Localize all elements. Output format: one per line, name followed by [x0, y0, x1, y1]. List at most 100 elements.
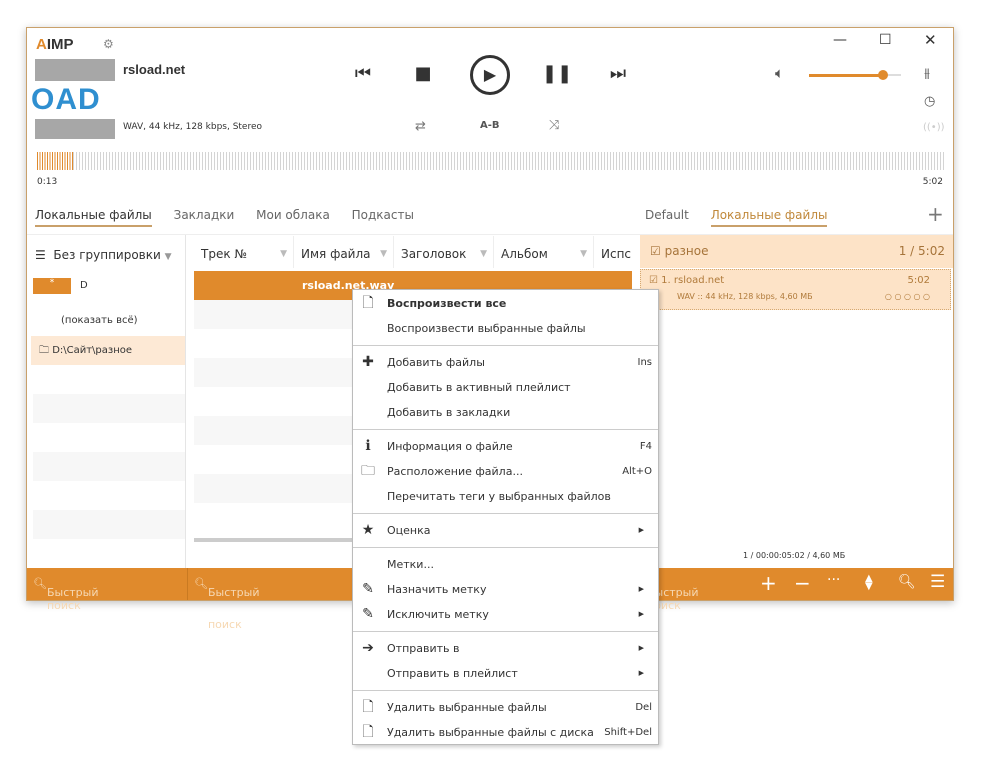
menu-button[interactable]: ☰	[930, 572, 945, 592]
menu-item[interactable]: Отправить в плейлист ▶	[353, 661, 658, 686]
menu-item-label: Перечитать теги у выбранных файлов	[387, 490, 611, 503]
menu-item-label: Оценка	[387, 524, 431, 537]
menu-item[interactable]: 🗋 Воспроизвести все	[353, 291, 658, 316]
menu-item-label: Расположение файла...	[387, 465, 523, 478]
total-time: 5:02	[922, 177, 943, 187]
column-title[interactable]: Заголовок ▼	[394, 236, 494, 268]
shuffle-icon[interactable]: ⤨	[549, 118, 559, 133]
gear-icon[interactable]: ⚙	[103, 37, 114, 51]
folder-item[interactable]: 🗀 D:\Сайт\разное	[31, 336, 185, 365]
playlist-group[interactable]: ☑ разное 1 / 5:02	[640, 235, 953, 268]
broadcast-icon[interactable]: ((•))	[923, 122, 945, 133]
clock-icon[interactable]: ◷	[924, 94, 935, 109]
menu-item-shortcut: F4	[639, 441, 652, 452]
menu-item[interactable]: 🗋 Удалить выбранные файлы с диска Shift+De…	[353, 720, 658, 745]
menu-separator	[353, 547, 658, 548]
tab-default-playlist[interactable]: Default	[645, 208, 689, 222]
tab-local-files-playlist[interactable]: Локальные файлы	[710, 208, 828, 227]
tab-podcasts[interactable]: Подкасты	[352, 208, 414, 222]
menu-item[interactable]: Перечитать теги у выбранных файлов	[353, 484, 658, 509]
ab-repeat-button[interactable]: A-B	[480, 120, 500, 131]
playlist-summary: 1 / 00:00:05:02 / 4,60 МБ	[743, 551, 846, 560]
add-button[interactable]: +	[760, 571, 777, 595]
folder-icon: 🗀	[361, 463, 375, 479]
column-track[interactable]: Трек № ▼	[194, 236, 294, 268]
submenu-arrow-icon: ▶	[638, 585, 644, 593]
repeat-icon[interactable]: ⇄	[415, 119, 426, 134]
search-button[interactable]: 🔍︎	[898, 574, 916, 590]
menu-item[interactable]: 🗋 Удалить выбранные файлы Del	[353, 695, 658, 720]
delete-disk-icon: 🗋	[362, 724, 374, 740]
close-button[interactable]: ✕	[924, 31, 937, 49]
play-button[interactable]: ▶	[470, 55, 510, 95]
add-playlist-button[interactable]: +	[927, 202, 944, 226]
menu-separator	[353, 690, 658, 691]
menu-item-shortcut: Shift+Del	[604, 727, 652, 738]
menu-item-label: Воспроизвести все	[387, 297, 507, 310]
remove-button[interactable]: −	[794, 571, 811, 595]
aimp-logo: AIMP	[36, 36, 74, 53]
column-artist[interactable]: Испс	[594, 236, 632, 268]
info-icon: ℹ	[365, 438, 371, 454]
more-button[interactable]: ···	[827, 572, 840, 588]
tab-local-files[interactable]: Локальные файлы	[35, 208, 152, 227]
menu-item-shortcut: Ins	[637, 357, 653, 368]
maximize-button[interactable]: ☐	[879, 32, 892, 48]
grouping-select[interactable]: ☰ Без группировки ▼	[35, 248, 172, 262]
menu-item[interactable]: Воспроизвести выбранные файлы	[353, 316, 658, 341]
rating-stars[interactable]: ○ ○ ○ ○ ○	[885, 292, 930, 301]
menu-item[interactable]: ➔ Отправить в ▶	[353, 636, 658, 661]
quick-search-files[interactable]: 🔍︎ Быстрый поиск	[187, 568, 259, 631]
drive-item[interactable]: D	[80, 280, 88, 291]
playlist-track[interactable]: ☑ 1. rsload.net 5:02 WAV :: 44 kHz, 128 …	[640, 269, 951, 310]
waveform-seekbar[interactable]	[37, 152, 945, 170]
tab-bookmarks[interactable]: Закладки	[174, 208, 235, 222]
track-title: rsload.net	[123, 62, 186, 77]
menu-item[interactable]: ℹ Информация о файле F4	[353, 434, 658, 459]
column-album[interactable]: Альбом ▼	[494, 236, 594, 268]
stop-button[interactable]: ■	[408, 63, 438, 84]
drive-badge: *	[33, 278, 71, 294]
quick-search-groups[interactable]: 🔍︎ Быстрый поиск	[33, 577, 98, 612]
menu-item[interactable]: Добавить в закладки	[353, 400, 658, 425]
equalizer-icon[interactable]: ⫵	[924, 66, 930, 81]
delete-icon: 🗋	[362, 699, 374, 715]
library-tabs: Локальные файлы Закладки Мои облака Подк…	[35, 208, 432, 227]
pause-button[interactable]: ❚❚	[542, 63, 572, 84]
menu-item[interactable]: ✎ Назначить метку ▶	[353, 577, 658, 602]
previous-button[interactable]: ⏮	[348, 63, 378, 84]
volume-icon[interactable]: 🔈︎	[775, 64, 784, 82]
context-menu: 🗋 Воспроизвести все Воспроизвести выбранны…	[352, 289, 659, 745]
menu-item-shortcut: Alt+O	[622, 466, 652, 477]
menu-item-label: Отправить в плейлист	[387, 667, 518, 680]
menu-item[interactable]: Добавить в активный плейлист	[353, 375, 658, 400]
elapsed-time: 0:13	[37, 177, 58, 187]
menu-item[interactable]: ✚ Добавить файлы Ins	[353, 350, 658, 375]
menu-item-shortcut: Del	[635, 702, 652, 713]
menu-item-label: Воспроизвести выбранные файлы	[387, 322, 586, 335]
submenu-arrow-icon: ▶	[638, 644, 644, 652]
menu-separator	[353, 345, 658, 346]
column-filename[interactable]: Имя файла ▼	[294, 236, 394, 268]
tab-clouds[interactable]: Мои облака	[256, 208, 330, 222]
menu-item[interactable]: Метки...	[353, 552, 658, 577]
show-all-item[interactable]: (показать всё)	[61, 315, 138, 326]
volume-slider[interactable]	[809, 69, 901, 80]
menu-item[interactable]: ✎ Исключить метку ▶	[353, 602, 658, 627]
submenu-arrow-icon: ▶	[638, 610, 644, 618]
menu-item[interactable]: 🗀 Расположение файла... Alt+O	[353, 459, 658, 484]
menu-item-label: Добавить файлы	[387, 356, 485, 369]
menu-separator	[353, 631, 658, 632]
sort-button[interactable]: ▲ ▼	[865, 574, 873, 592]
tag-remove-icon: ✎	[362, 606, 374, 622]
menu-item[interactable]: ★ Оценка ▶	[353, 518, 658, 543]
plus-icon: ✚	[362, 354, 374, 370]
file-list-header: Трек № ▼ Имя файла ▼ Заголовок ▼ Альбом ▼ Ис…	[194, 236, 632, 268]
menu-item-label: Удалить выбранные файлы с диска	[387, 726, 594, 739]
menu-item-label: Информация о файле	[387, 440, 513, 453]
next-button[interactable]: ⏭	[603, 63, 633, 84]
menu-item-label: Назначить метку	[387, 583, 487, 596]
menu-item-label: Отправить в	[387, 642, 460, 655]
menu-separator	[353, 513, 658, 514]
minimize-button[interactable]: —	[833, 32, 847, 48]
